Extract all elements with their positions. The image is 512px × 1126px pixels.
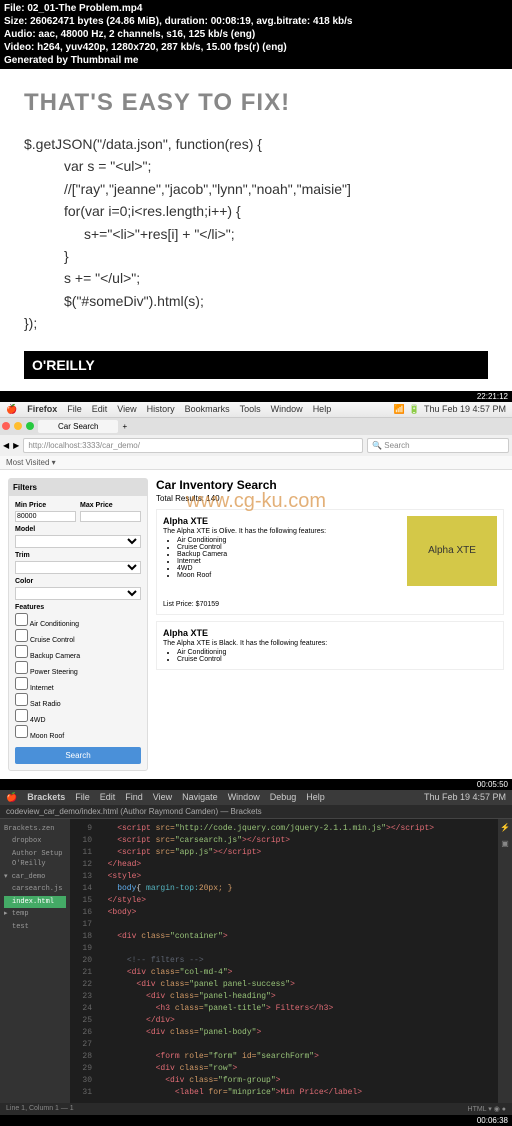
color-select[interactable] bbox=[15, 587, 141, 600]
status-bar: Line 1, Column 1 — 1 HTML ▾ ◉ ● bbox=[0, 1103, 512, 1115]
clock[interactable]: Thu Feb 19 4:57 PM bbox=[424, 404, 506, 414]
filters-heading: Filters bbox=[9, 479, 147, 496]
url-input[interactable]: http://localhost:3333/car_demo/ bbox=[23, 438, 363, 453]
menu-view[interactable]: View bbox=[153, 792, 172, 803]
code-snippet: $.getJSON("/data.json", function(res) { … bbox=[24, 133, 488, 335]
tree-root[interactable]: Brackets.zen bbox=[4, 823, 66, 836]
apple-icon[interactable]: 🍎 bbox=[6, 792, 17, 803]
app-name[interactable]: Firefox bbox=[27, 404, 57, 415]
trim-select[interactable] bbox=[15, 561, 141, 574]
timestamp: 00:06:38 bbox=[0, 1115, 512, 1126]
language-mode[interactable]: HTML ▾ ◉ ● bbox=[468, 1105, 506, 1113]
live-preview-icon[interactable]: ⚡ bbox=[500, 823, 510, 833]
feature-checkbox[interactable]: 4WD bbox=[15, 709, 141, 724]
search-button[interactable]: Search bbox=[15, 747, 141, 764]
page-content: Filters Min Price Max Price Model Trim C… bbox=[0, 470, 512, 779]
tree-item[interactable]: test bbox=[4, 921, 66, 934]
code-area[interactable]: 9 <script src="http://code.jquery.com/jq… bbox=[70, 819, 498, 1103]
menu-file[interactable]: File bbox=[67, 404, 82, 415]
menubar-right: Thu Feb 19 4:57 PM bbox=[424, 792, 506, 803]
zoom-icon[interactable] bbox=[26, 422, 34, 430]
new-tab-icon[interactable]: + bbox=[122, 422, 127, 431]
menu-tools[interactable]: Tools bbox=[240, 404, 261, 415]
model-select[interactable] bbox=[15, 535, 141, 548]
tree-item[interactable]: dropbox bbox=[4, 835, 66, 848]
minimize-icon[interactable] bbox=[14, 422, 22, 430]
url-bar: ◀ ▶ http://localhost:3333/car_demo/ 🔍 Se… bbox=[0, 435, 512, 456]
extension-icon[interactable]: ▣ bbox=[501, 839, 509, 849]
tree-item[interactable]: carsearch.js bbox=[4, 883, 66, 896]
feature-checkbox[interactable]: Air Conditioning bbox=[15, 613, 141, 628]
app-name[interactable]: Brackets bbox=[27, 792, 65, 803]
total-results: Total Results: 140 bbox=[156, 494, 504, 503]
filters-panel: Filters Min Price Max Price Model Trim C… bbox=[8, 478, 148, 771]
list-price: List Price: $70159 bbox=[163, 601, 497, 608]
menu-history[interactable]: History bbox=[147, 404, 175, 415]
timestamp: 00:05:50 bbox=[0, 779, 512, 790]
tree-item[interactable]: Author Setup O'Reilly bbox=[4, 848, 66, 871]
brand-logo: O'REILLY bbox=[24, 351, 488, 379]
results-panel: Car Inventory Search Total Results: 140 … bbox=[156, 478, 504, 771]
feature-checkbox[interactable]: Power Steering bbox=[15, 661, 141, 676]
forward-icon[interactable]: ▶ bbox=[13, 441, 19, 450]
battery-icon[interactable]: 🔋 bbox=[409, 404, 420, 415]
tree-folder[interactable]: ▾ car_demo bbox=[4, 871, 66, 884]
browser-tabbar: Car Search + bbox=[0, 418, 512, 435]
apple-icon[interactable]: 🍎 bbox=[6, 404, 17, 415]
close-icon[interactable] bbox=[2, 422, 10, 430]
bookmark-bar[interactable]: Most Visited ▾ bbox=[0, 456, 512, 470]
menu-edit[interactable]: Edit bbox=[92, 404, 108, 415]
min-price-input[interactable] bbox=[15, 511, 76, 522]
file-metadata: File: 02_01-The Problem.mp4 Size: 260624… bbox=[0, 0, 512, 69]
editor-tab[interactable]: codeview_car_demo/index.html (Author Ray… bbox=[0, 805, 512, 819]
car-result: Alpha XTE The Alpha XTE is Olive. It has… bbox=[156, 509, 504, 615]
clock[interactable]: Thu Feb 19 4:57 PM bbox=[424, 792, 506, 803]
car-result: Alpha XTE The Alpha XTE is Black. It has… bbox=[156, 621, 504, 670]
file-tree: Brackets.zen dropbox Author Setup O'Reil… bbox=[0, 819, 70, 1103]
code-editor: Brackets.zen dropbox Author Setup O'Reil… bbox=[0, 819, 512, 1103]
menubar-right: 📶 🔋 Thu Feb 19 4:57 PM bbox=[394, 404, 506, 415]
mac-menubar: 🍎 Firefox File Edit View History Bookmar… bbox=[0, 402, 512, 418]
menu-help[interactable]: Help bbox=[306, 792, 325, 803]
tree-folder[interactable]: ▸ temp bbox=[4, 908, 66, 921]
slide-panel: THAT'S EASY TO FIX! $.getJSON("/data.jso… bbox=[0, 69, 512, 391]
slide-heading: THAT'S EASY TO FIX! bbox=[24, 89, 488, 117]
menu-find[interactable]: Find bbox=[125, 792, 143, 803]
menu-help[interactable]: Help bbox=[313, 404, 332, 415]
feature-checkbox[interactable]: Backup Camera bbox=[15, 645, 141, 660]
max-price-input[interactable] bbox=[80, 511, 141, 522]
feature-checkbox[interactable]: Moon Roof bbox=[15, 725, 141, 740]
back-icon[interactable]: ◀ bbox=[3, 441, 9, 450]
feature-checkbox[interactable]: Sat Radio bbox=[15, 693, 141, 708]
menu-bookmarks[interactable]: Bookmarks bbox=[185, 404, 230, 415]
tree-item-selected[interactable]: index.html bbox=[4, 896, 66, 909]
menu-file[interactable]: File bbox=[75, 792, 90, 803]
feature-checkbox[interactable]: Cruise Control bbox=[15, 629, 141, 644]
mac-menubar-2: 🍎 Brackets File Edit Find View Navigate … bbox=[0, 790, 512, 805]
car-image: Alpha XTE bbox=[407, 516, 497, 586]
menu-view[interactable]: View bbox=[117, 404, 136, 415]
menu-debug[interactable]: Debug bbox=[270, 792, 297, 803]
feature-checkbox[interactable]: Internet bbox=[15, 677, 141, 692]
menu-window[interactable]: Window bbox=[271, 404, 303, 415]
cursor-position[interactable]: Line 1, Column 1 — 1 bbox=[6, 1105, 74, 1113]
wifi-icon[interactable]: 📶 bbox=[394, 404, 405, 415]
browser-tab[interactable]: Car Search bbox=[38, 420, 118, 433]
right-gutter: ⚡ ▣ bbox=[498, 819, 512, 1103]
menu-window[interactable]: Window bbox=[228, 792, 260, 803]
menu-edit[interactable]: Edit bbox=[100, 792, 116, 803]
menu-navigate[interactable]: Navigate bbox=[182, 792, 218, 803]
timestamp: 22:21:12 bbox=[0, 391, 512, 402]
results-heading: Car Inventory Search bbox=[156, 478, 504, 492]
search-input[interactable]: 🔍 Search bbox=[367, 438, 509, 453]
